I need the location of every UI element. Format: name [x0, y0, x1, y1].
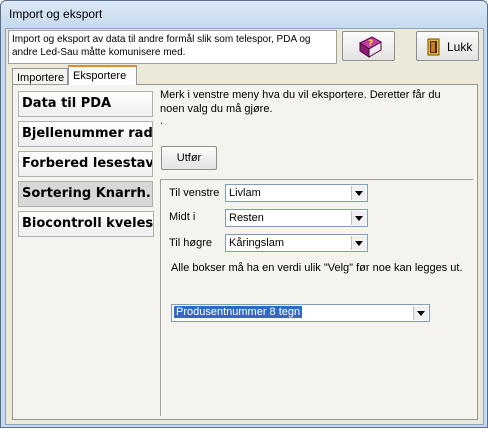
close-label: Lukk [447, 40, 473, 54]
title-bar[interactable]: Import og eksport [1, 1, 487, 29]
requirement-note: Alle bokser må ha en verdi ulik "Velg" f… [171, 262, 463, 274]
product-select[interactable]: Produsentnummer 8 tegn [171, 304, 430, 322]
product-select-value: Produsentnummer 8 tegn [174, 306, 303, 318]
app-window: Import og eksport Import og eksport av d… [0, 0, 488, 428]
help-book-icon: ? [359, 36, 383, 58]
middle-label: Midt i [169, 211, 196, 223]
client-area: Import og eksport av data til andre form… [5, 28, 484, 425]
help-button[interactable]: ? [342, 31, 395, 61]
exit-door-icon [427, 38, 440, 56]
chevron-down-icon[interactable] [413, 306, 428, 320]
middle-select-value: Resten [229, 212, 264, 224]
close-button[interactable]: Lukk [416, 31, 479, 61]
run-button[interactable]: Utfør [161, 146, 217, 170]
dot-text: . [160, 115, 164, 127]
tab-eksportere[interactable]: Eksportere [68, 65, 137, 85]
tab-importere[interactable]: Importere [12, 68, 68, 84]
left-select-value: Livlam [229, 187, 261, 199]
window-title: Import og eksport [9, 7, 103, 21]
menu-item-data-til-pda[interactable]: Data til PDA [18, 91, 153, 117]
chevron-down-icon[interactable] [351, 186, 366, 200]
chevron-down-icon[interactable] [351, 236, 366, 250]
right-label: Til høgre [169, 237, 212, 249]
description-box: Import og eksport av data til andre form… [8, 30, 337, 64]
menu-item-forbered-lesestav[interactable]: Forbered lesestav [18, 151, 153, 177]
chevron-down-icon[interactable] [351, 211, 366, 225]
right-select[interactable]: Kåringslam [225, 234, 368, 252]
menu-item-biocontroll[interactable]: Biocontroll kveleser [18, 211, 154, 237]
menu-item-bjellenummer-radio[interactable]: Bjellenummer radio [18, 121, 153, 147]
middle-select[interactable]: Resten [225, 209, 368, 227]
svg-text:?: ? [368, 39, 373, 49]
instructions-text: Merk i venstre meny hva du vil eksporter… [160, 89, 441, 115]
right-select-value: Kåringslam [229, 237, 285, 249]
menu-item-sortering[interactable]: Sortering Knarrh... [18, 181, 153, 207]
left-label: Til venstre [169, 187, 220, 199]
left-select[interactable]: Livlam [225, 184, 368, 202]
export-panel: Data til PDA Bjellenummer radio Forbered… [12, 84, 478, 420]
